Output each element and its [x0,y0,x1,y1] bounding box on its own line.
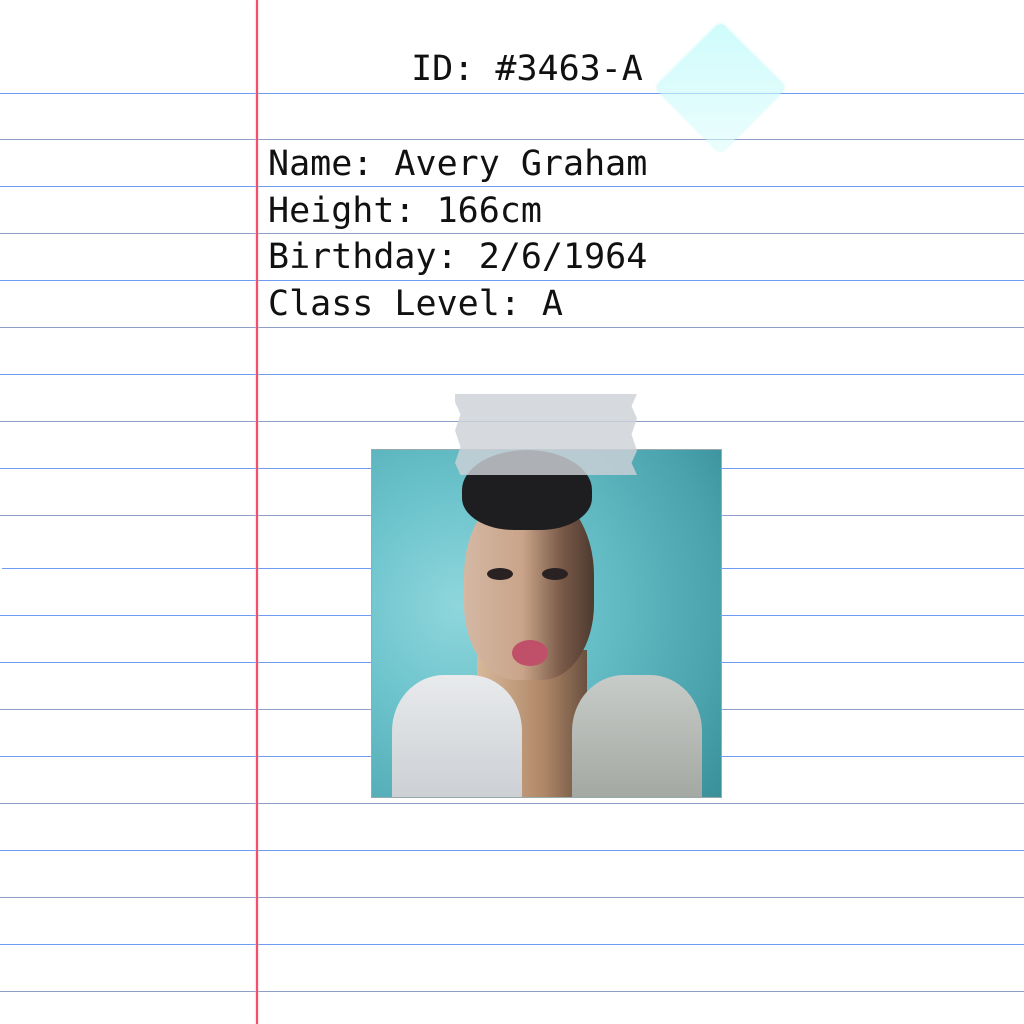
rule-line [0,850,1024,851]
id-number: ID: #3463-A [411,49,643,89]
rule-line [0,991,1024,992]
portrait-photo [371,449,722,798]
rule-line [0,803,1024,804]
rule-line [0,944,1024,945]
birthday-field: Birthday: 2/6/1964 [268,237,648,277]
photo-lips [512,640,548,666]
diamond-sticker [654,21,787,154]
rule-line [0,186,1024,187]
rule-line [0,139,1024,140]
class-level-field: Class Level: A [268,284,564,324]
height-field: Height: 166cm [268,191,542,231]
tape-strip [455,394,637,475]
rule-line [0,93,1024,94]
name-field: Name: Avery Graham [268,144,648,184]
photo-eye [542,568,568,580]
margin-line [256,0,258,1024]
rule-line [0,327,1024,328]
photo-shirt-right [572,675,702,797]
rule-line [0,374,1024,375]
rule-line [0,897,1024,898]
rule-line [0,233,1024,234]
photo-eye [487,568,513,580]
rule-line [0,280,1024,281]
photo-shirt-left [392,675,522,797]
